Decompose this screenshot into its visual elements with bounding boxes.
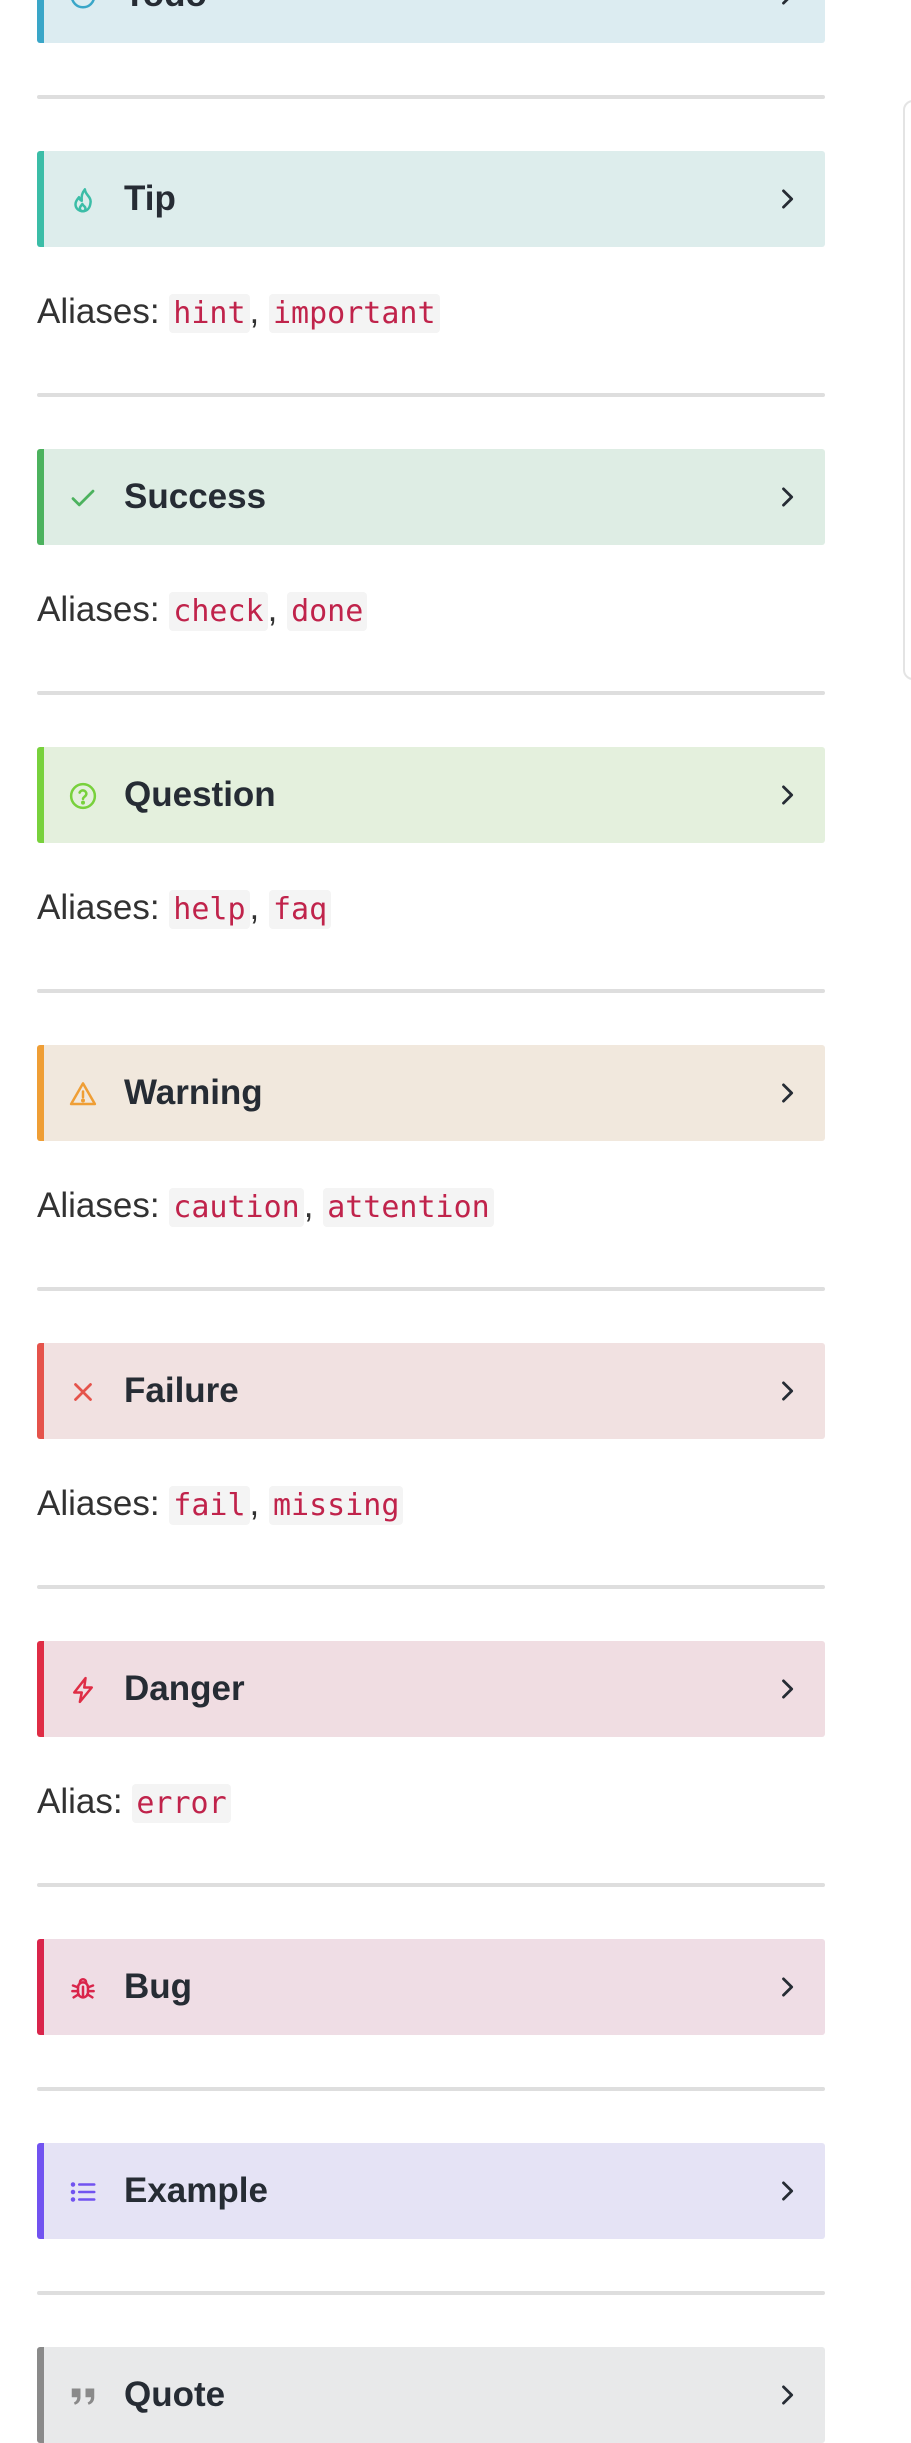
aliases-label: Alias: (37, 1782, 123, 1821)
divider (37, 1585, 825, 1589)
divider (37, 2087, 825, 2091)
chevron-right-icon[interactable] (773, 1079, 801, 1107)
callout-title: Success (124, 477, 267, 516)
aliases-label: Aliases: (37, 590, 160, 629)
chevron-right-icon[interactable] (773, 0, 801, 9)
callout-title: Failure (124, 1371, 239, 1410)
callout-question[interactable]: Question (37, 747, 825, 843)
divider (37, 95, 825, 99)
chevron-right-icon[interactable] (773, 781, 801, 809)
bug-icon (68, 1973, 98, 2003)
x-icon (68, 1377, 98, 1407)
list-icon (68, 2177, 98, 2207)
callout-title: Danger (124, 1669, 245, 1708)
callout-title: Example (124, 2171, 268, 2210)
callout-title: Tip (124, 179, 176, 218)
callout-failure[interactable]: Failure (37, 1343, 825, 1439)
chevron-right-icon[interactable] (773, 1675, 801, 1703)
chevron-right-icon[interactable] (773, 185, 801, 213)
callout-bug[interactable]: Bug (37, 1939, 825, 2035)
alert-triangle-icon (68, 1079, 98, 1109)
aliases-label: Aliases: (37, 888, 160, 927)
callout-title: Question (124, 775, 276, 814)
divider (37, 1287, 825, 1291)
help-circle-icon (68, 781, 98, 811)
callout-quote[interactable]: Quote (37, 2347, 825, 2443)
callout-title: Bug (124, 1967, 193, 2006)
aliases-label: Aliases: (37, 292, 160, 331)
divider (37, 691, 825, 695)
alias-code: important (269, 294, 440, 333)
callout-danger[interactable]: Danger (37, 1641, 825, 1737)
callout-title: Quote (124, 2375, 226, 2414)
alias-code: help (169, 890, 250, 929)
chevron-right-icon[interactable] (773, 1973, 801, 2001)
alias-code: hint (169, 294, 250, 333)
chevron-right-icon[interactable] (773, 483, 801, 511)
chevron-right-icon[interactable] (773, 2381, 801, 2409)
alias-code: caution (169, 1188, 304, 1227)
chevron-right-icon[interactable] (773, 1377, 801, 1405)
divider (37, 989, 825, 993)
quote-icon (68, 2381, 98, 2411)
fire-icon (68, 185, 98, 215)
alias-code: error (132, 1784, 231, 1823)
zap-icon (68, 1675, 98, 1705)
aliases-line: Aliases: check, done (37, 585, 368, 635)
aliases-label: Aliases: (37, 1186, 160, 1225)
callout-title: Warning (124, 1073, 263, 1112)
aliases-line: Aliases: hint, important (37, 287, 440, 337)
alias-code: faq (269, 890, 332, 929)
aliases-line: Aliases: caution, attention (37, 1181, 494, 1231)
alias-code: check (169, 592, 268, 631)
divider (37, 2291, 825, 2295)
chevron-right-icon[interactable] (773, 2177, 801, 2205)
aliases-label: Aliases: (37, 1484, 160, 1523)
divider (37, 393, 825, 397)
callout-todo[interactable]: Todo (37, 0, 825, 43)
aliases-line: Alias: error (37, 1777, 231, 1827)
alias-code: fail (169, 1486, 250, 1525)
callout-reference-list: Todo Tip Aliases: hint, important Succes… (0, 0, 911, 2443)
callout-tip[interactable]: Tip (37, 151, 825, 247)
callout-title: Todo (124, 0, 207, 43)
alias-code: attention (323, 1188, 494, 1227)
check-icon (68, 483, 98, 513)
alias-code: done (287, 592, 368, 631)
info-circle-icon (68, 0, 98, 11)
aliases-line: Aliases: help, faq (37, 883, 332, 933)
divider (37, 1883, 825, 1887)
callout-success[interactable]: Success (37, 449, 825, 545)
alias-code: missing (269, 1486, 404, 1525)
callout-example[interactable]: Example (37, 2143, 825, 2239)
aliases-line: Aliases: fail, missing (37, 1479, 404, 1529)
side-panel-edge (903, 100, 911, 680)
callout-warning[interactable]: Warning (37, 1045, 825, 1141)
